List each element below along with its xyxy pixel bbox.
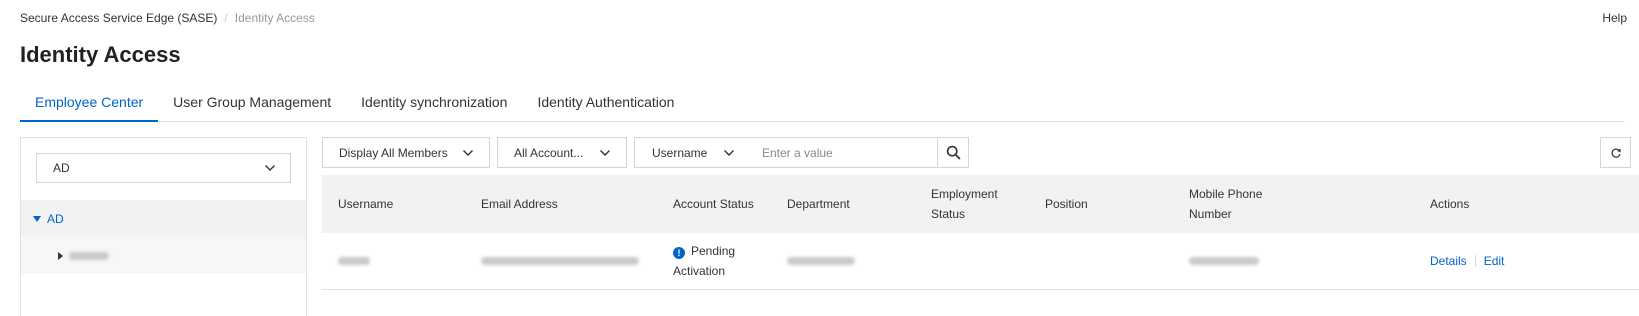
cell-email: [481, 233, 639, 289]
employee-table: Username Email Address Account Status De…: [322, 175, 1639, 290]
mobile-line1: Mobile Phone: [1189, 187, 1263, 201]
caret-down-icon[interactable]: [33, 215, 41, 222]
account-status-line1: Pending: [691, 244, 736, 258]
column-header-employment-status: Employment Status: [931, 175, 998, 233]
column-header-email: Email Address: [481, 197, 558, 211]
search-icon: [946, 145, 960, 160]
caret-right-icon[interactable]: [58, 251, 63, 260]
account-filter-select[interactable]: All Account...: [497, 137, 627, 168]
edit-link[interactable]: Edit: [1484, 251, 1505, 271]
tree-node-label-redacted: [69, 251, 109, 260]
mobile-redacted: [1189, 257, 1259, 265]
search-button[interactable]: [937, 138, 968, 167]
cell-actions: Details Edit: [1430, 233, 1504, 289]
tab-identity-authentication[interactable]: Identity Authentication: [522, 85, 689, 121]
account-status-line2: Activation: [673, 264, 726, 278]
column-header-account-status: Account Status: [673, 197, 754, 211]
cell-department: [787, 233, 855, 289]
member-filter-select[interactable]: Display All Members: [322, 137, 490, 168]
column-header-actions: Actions: [1430, 197, 1470, 211]
filter-bar: Display All Members All Account... Usern…: [322, 137, 1631, 168]
cell-account-status: ! Pending Activation: [673, 233, 735, 289]
column-header-username: Username: [338, 197, 394, 211]
search-group: Username: [634, 137, 969, 168]
breadcrumb: Secure Access Service Edge (SASE) / Iden…: [20, 11, 315, 25]
employment-status-line1: Employment: [931, 187, 998, 201]
refresh-icon: [1611, 148, 1621, 158]
column-header-position: Position: [1045, 197, 1088, 211]
chevron-down-icon: [265, 165, 275, 171]
tab-bar: Employee Center User Group Management Id…: [20, 85, 1625, 122]
chevron-down-icon: [463, 149, 473, 156]
chevron-down-icon: [724, 149, 734, 156]
search-field-select[interactable]: Username: [635, 138, 748, 167]
search-input[interactable]: [748, 138, 937, 167]
account-filter-value: All Account...: [514, 145, 584, 160]
chevron-down-icon: [600, 149, 610, 156]
details-link[interactable]: Details: [1430, 251, 1467, 271]
action-divider: [1474, 255, 1476, 267]
breadcrumb-item-sase[interactable]: Secure Access Service Edge (SASE): [20, 11, 217, 25]
refresh-button[interactable]: [1600, 137, 1631, 168]
email-redacted: [481, 257, 639, 265]
tab-employee-center[interactable]: Employee Center: [20, 85, 159, 122]
directory-select[interactable]: AD: [36, 153, 291, 183]
info-icon: !: [673, 247, 685, 259]
tree-node-child[interactable]: [21, 237, 306, 274]
cell-username: [338, 233, 370, 289]
breadcrumb-item-current: Identity Access: [234, 11, 315, 25]
page-title: Identity Access: [20, 42, 181, 67]
username-redacted: [338, 257, 370, 265]
department-redacted: [787, 257, 855, 265]
column-header-department: Department: [787, 197, 850, 211]
help-link[interactable]: Help: [1602, 11, 1627, 25]
tree-node-ad[interactable]: AD: [21, 200, 306, 237]
account-status: ! Pending Activation: [673, 241, 735, 281]
tree-node-label: AD: [47, 211, 64, 226]
member-filter-value: Display All Members: [339, 145, 448, 160]
tab-identity-synchronization[interactable]: Identity synchronization: [346, 85, 522, 121]
search-field-value: Username: [652, 145, 708, 160]
table-row: ! Pending Activation Details Edit: [322, 233, 1639, 290]
tab-user-group-management[interactable]: User Group Management: [158, 85, 346, 121]
breadcrumb-separator: /: [224, 11, 228, 25]
cell-mobile: [1189, 233, 1259, 289]
table-header: Username Email Address Account Status De…: [322, 175, 1639, 233]
mobile-line2: Number: [1189, 207, 1232, 221]
column-header-mobile: Mobile Phone Number: [1189, 175, 1262, 233]
directory-panel: AD AD: [20, 137, 307, 316]
employment-status-line2: Status: [931, 207, 966, 221]
directory-select-value: AD: [53, 161, 70, 175]
